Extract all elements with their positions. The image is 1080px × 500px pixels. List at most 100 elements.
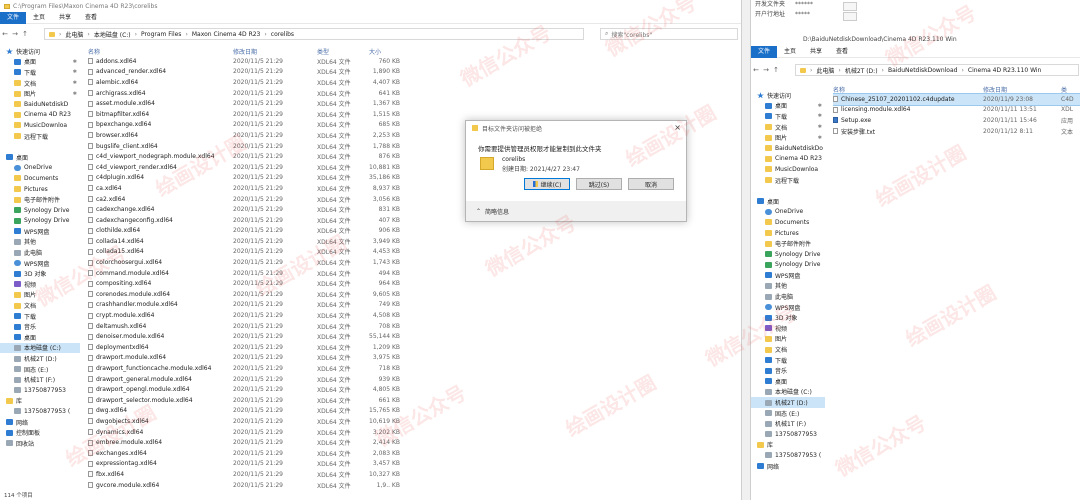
table-row[interactable]: collada14.xdl64 2020/11/5 21:29 XDL64 文件 3,… xyxy=(88,236,648,247)
column-date[interactable]: 修改日期 xyxy=(983,85,1061,94)
table-row[interactable]: drawport_functioncache.module.xdl64 2020/… xyxy=(88,363,648,374)
breadcrumb-item[interactable]: corelibs xyxy=(271,31,294,38)
nav-item[interactable]: 文档 xyxy=(751,344,825,355)
pin-icon[interactable]: ✱ xyxy=(818,124,822,130)
table-row[interactable]: bitmapfilter.xdl64 2020/11/5 21:29 XDL64 文… xyxy=(88,109,648,120)
table-row[interactable]: drawport_general.module.xdl64 2020/11/5 2… xyxy=(88,374,648,385)
nav-item[interactable]: 桌面 xyxy=(751,376,825,387)
breadcrumb-item[interactable]: BaiduNetdiskDownload xyxy=(888,67,958,74)
nav-item[interactable]: Synology Drive xyxy=(751,249,825,260)
nav-item[interactable]: 远程下载 xyxy=(751,175,825,186)
table-row[interactable]: 安装步骤.txt 2020/11/12 8:11 文本 xyxy=(833,126,1080,137)
breadcrumb-item[interactable]: Program Files xyxy=(141,31,181,38)
nav-item[interactable]: 桌面 ✱ xyxy=(0,57,80,68)
nav-item[interactable]: Pictures xyxy=(751,228,825,239)
pin-icon[interactable]: ✱ xyxy=(73,69,77,75)
table-row[interactable]: denoiser.module.xdl64 2020/11/5 21:29 XDL6… xyxy=(88,331,648,342)
nav-item[interactable]: Documents xyxy=(0,173,80,184)
pin-icon[interactable]: ✱ xyxy=(73,91,77,97)
table-row[interactable]: dwg.xdl64 2020/11/5 21:29 XDL64 文件 15,765 K… xyxy=(88,406,648,417)
breadcrumb-item[interactable]: 此电脑 xyxy=(65,30,83,39)
nav-item[interactable]: 此电脑 xyxy=(751,291,825,302)
tab-view[interactable]: 查看 xyxy=(829,46,855,58)
tab-file[interactable]: 文件 xyxy=(751,45,778,58)
nav-item[interactable]: 文档 ✱ xyxy=(751,122,825,133)
nav-item[interactable]: 下载 xyxy=(751,355,825,366)
table-row[interactable]: licensing.module.xdl64 2020/11/11 13:51 XD… xyxy=(833,105,1080,116)
nav-item[interactable]: OneDrive xyxy=(0,163,80,174)
nav-item[interactable]: 图片 xyxy=(751,334,825,345)
table-row[interactable]: drawport_opengl.module.xdl64 2020/11/5 21… xyxy=(88,384,648,395)
tab-file[interactable]: 文件 xyxy=(0,11,27,24)
breadcrumb-item[interactable]: 此电脑 xyxy=(816,66,834,75)
table-row[interactable]: crypt.module.xdl64 2020/11/5 21:29 XDL64 文… xyxy=(88,310,648,321)
nav-item[interactable]: 13750877953 xyxy=(0,385,80,396)
nav-item[interactable]: 音乐 xyxy=(751,365,825,376)
nav-item[interactable]: 桌面 xyxy=(0,332,80,343)
nav-item[interactable]: MusicDownloa xyxy=(0,120,80,131)
address-bar-right[interactable]: › 此电脑 › 机械2T (D:) › BaiduNetdiskDownload › Cine… xyxy=(795,64,1079,76)
table-row[interactable]: deltamush.xdl64 2020/11/5 21:29 XDL64 文件 70… xyxy=(88,321,648,332)
table-row[interactable]: embree.module.xdl64 2020/11/5 21:29 XDL64 … xyxy=(88,437,648,448)
table-row[interactable]: Chinese_25107_20201102.c4dupdate 2020/11/… xyxy=(833,93,1080,106)
nav-item[interactable]: Synology Drive xyxy=(751,260,825,271)
nav-item[interactable]: 音乐 xyxy=(0,321,80,332)
table-row[interactable]: Setup.exe 2020/11/11 15:46 应用 xyxy=(833,115,1080,126)
nav-item[interactable]: 13750877953 xyxy=(751,429,825,440)
table-row[interactable]: crashhandler.module.xdl64 2020/11/5 21:29… xyxy=(88,300,648,311)
column-name[interactable]: 名称 xyxy=(833,85,983,94)
nav-item[interactable]: Cinema 4D R23 xyxy=(751,154,825,165)
table-row[interactable]: advanced_render.xdl64 2020/11/5 21:29 XDL6… xyxy=(88,67,648,78)
nav-item[interactable]: 机械1T (F:) xyxy=(0,374,80,385)
nav-item[interactable]: 下载 ✱ xyxy=(0,67,80,78)
nav-item[interactable]: 远程下载 xyxy=(0,131,80,142)
tab-home[interactable]: 主页 xyxy=(26,12,52,24)
nav-item[interactable]: 快速访问 xyxy=(751,90,825,101)
nav-item[interactable]: MusicDownloa xyxy=(751,164,825,175)
tab-home[interactable]: 主页 xyxy=(777,46,803,58)
nav-item[interactable]: WPS网盘 xyxy=(751,302,825,313)
nav-item[interactable]: 其他 xyxy=(0,237,80,248)
nav-item[interactable]: 文档 xyxy=(0,300,80,311)
table-row[interactable]: collada15.xdl64 2020/11/5 21:29 XDL64 文件 4,… xyxy=(88,247,648,258)
column-type[interactable]: 类型 xyxy=(317,47,369,56)
nav-item[interactable]: 图片 ✱ xyxy=(751,132,825,143)
address-bar-left[interactable]: › 此电脑 › 本地磁盘 (C:) › Program Files › Maxon Cinem… xyxy=(44,28,584,40)
table-row[interactable]: corenodes.module.xdl64 2020/11/5 21:29 XDL… xyxy=(88,289,648,300)
column-date[interactable]: 修改日期 xyxy=(233,47,317,56)
table-row[interactable]: colorchoosergui.xdl64 2020/11/5 21:29 XDL6… xyxy=(88,257,648,268)
column-name[interactable]: 名称 xyxy=(88,47,233,56)
chevron-up-icon[interactable]: ⌃ xyxy=(476,208,481,215)
nav-item[interactable]: 控制面板 xyxy=(0,427,80,438)
back-arrow-icon[interactable]: ← xyxy=(751,66,761,74)
nav-item[interactable]: 机械1T (F:) xyxy=(751,418,825,429)
column-size[interactable]: 大小 xyxy=(369,47,400,56)
table-row[interactable]: clothilde.xdl64 2020/11/5 21:29 XDL64 文件 90… xyxy=(88,226,648,237)
breadcrumb-item[interactable]: 本地磁盘 (C:) xyxy=(94,30,131,39)
table-row[interactable]: deploymentxdl64 2020/11/5 21:29 XDL64 文件 1,… xyxy=(88,342,648,353)
up-arrow-icon[interactable]: ↑ xyxy=(20,30,30,38)
nav-item[interactable]: 库 xyxy=(0,396,80,407)
table-row[interactable]: dwgobjects.xdl64 2020/11/5 21:29 XDL64 文件 1… xyxy=(88,416,648,427)
nav-item[interactable]: Synology Drive xyxy=(0,216,80,227)
nav-item[interactable]: 本地磁盘 (C:) xyxy=(0,342,80,354)
copy-button-2[interactable] xyxy=(843,12,857,21)
nav-item[interactable]: 固态 (E:) xyxy=(0,364,80,375)
table-row[interactable]: compositing.xdl64 2020/11/5 21:29 XDL64 文件… xyxy=(88,278,648,289)
pin-icon[interactable]: ✱ xyxy=(818,135,822,141)
table-row[interactable]: drawport_selector.module.xdl64 2020/11/5 … xyxy=(88,395,648,406)
nav-item[interactable] xyxy=(751,185,825,196)
nav-item[interactable]: 网络 xyxy=(751,461,825,472)
tab-view[interactable]: 查看 xyxy=(78,12,104,24)
table-row[interactable]: gvcore.module.xdl64 2020/11/5 21:29 XDL64 … xyxy=(88,480,648,491)
nav-item[interactable]: 文档 ✱ xyxy=(0,78,80,89)
table-row[interactable]: addons.xdl64 2020/11/5 21:29 XDL64 文件 760 K… xyxy=(88,56,648,67)
nav-item[interactable]: 电子邮件附件 xyxy=(751,238,825,249)
nav-item[interactable]: 其他 xyxy=(751,281,825,292)
table-row[interactable]: command.module.xdl64 2020/11/5 21:29 XDL64… xyxy=(88,268,648,279)
nav-item[interactable]: 固态 (E:) xyxy=(751,408,825,419)
nav-item[interactable]: WPS网盘 xyxy=(751,270,825,281)
details-toggle[interactable]: 简略信息 xyxy=(485,207,509,216)
column-type[interactable]: 类 xyxy=(1061,85,1080,94)
nav-item[interactable]: 网络 xyxy=(0,417,80,428)
